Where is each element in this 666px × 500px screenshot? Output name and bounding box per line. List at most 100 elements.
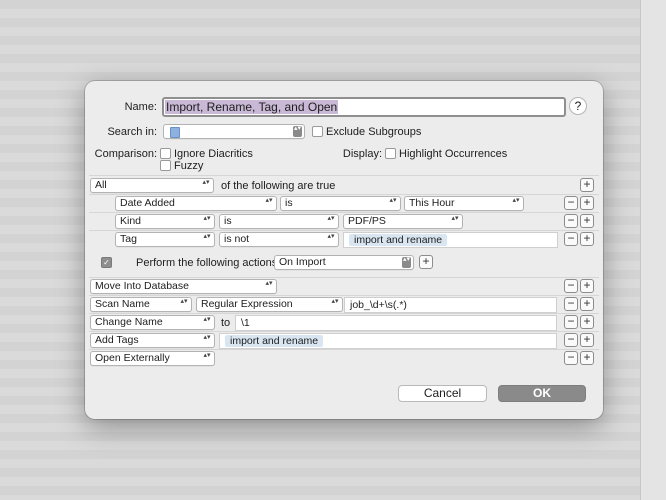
chevron-updown-icon: ▴▾ (512, 197, 520, 204)
perform-actions-checkbox[interactable]: ✓ (101, 257, 112, 268)
search-in-popup[interactable]: ▴▾ (163, 124, 305, 139)
chevron-updown-icon: ▴▾ (203, 334, 211, 341)
divider (89, 212, 599, 213)
divider (89, 230, 599, 231)
to-label: to (221, 317, 231, 329)
divider (89, 349, 599, 350)
fuzzy-checkbox[interactable] (160, 160, 171, 171)
criterion-tag-field[interactable]: import and rename (343, 232, 558, 248)
criterion-operator-popup[interactable]: is ▴▾ (219, 214, 339, 229)
action-popup[interactable]: Add Tags ▴▾ (90, 333, 215, 348)
chevron-updown-icon: ▴▾ (203, 352, 211, 359)
exclude-subgroups-checkbox[interactable] (312, 126, 323, 137)
add-action-button[interactable]: + (580, 297, 594, 311)
criterion-value-value: This Hour (409, 197, 455, 209)
chevron-updown-icon: ▴▾ (451, 215, 459, 222)
divider (89, 295, 599, 296)
criterion-value-popup[interactable]: PDF/PS ▴▾ (343, 214, 463, 229)
criterion-field-value: Tag (120, 233, 137, 245)
new-name-field[interactable]: \1 (235, 315, 557, 331)
display-label: Display: (342, 148, 382, 160)
action-popup[interactable]: Open Externally ▴▾ (90, 351, 215, 366)
cancel-button[interactable]: Cancel (398, 385, 487, 402)
ok-button-label: OK (533, 386, 551, 400)
criterion-operator-value: is not (224, 233, 250, 245)
divider (89, 277, 599, 278)
criterion-operator-popup[interactable]: is ▴▾ (280, 196, 401, 211)
criterion-value-popup[interactable]: This Hour ▴▾ (404, 196, 524, 211)
add-action-button[interactable]: + (580, 333, 594, 347)
add-trigger-button[interactable]: + (419, 255, 433, 269)
add-criterion-button[interactable]: + (580, 196, 594, 210)
chevron-updown-icon: ▴▾ (331, 298, 339, 305)
chevron-updown-icon: ▴▾ (265, 280, 273, 287)
help-icon: ? (574, 99, 582, 113)
divider (89, 194, 599, 195)
chevron-updown-icon: ▴▾ (293, 125, 302, 137)
remove-action-button[interactable]: − (564, 279, 578, 293)
chevron-updown-icon: ▴▾ (265, 197, 273, 204)
add-criterion-button[interactable]: + (580, 232, 594, 246)
trigger-value: On Import (279, 256, 326, 268)
exclude-subgroups-label: Exclude Subgroups (326, 126, 422, 138)
name-field-value: Import, Rename, Tag, and Open (165, 100, 339, 114)
remove-criterion-button[interactable]: − (564, 232, 578, 246)
scan-pattern-field[interactable]: job_\d+\s(.*) (344, 297, 557, 313)
action-value: Add Tags (95, 334, 139, 346)
criterion-operator-popup[interactable]: is not ▴▾ (219, 232, 339, 247)
chevron-updown-icon: ▴▾ (202, 179, 210, 186)
criterion-field-value: Date Added (120, 197, 175, 209)
action-popup[interactable]: Change Name ▴▾ (90, 315, 215, 330)
remove-action-button[interactable]: − (564, 297, 578, 311)
folder-icon (170, 127, 180, 138)
action-popup[interactable]: Scan Name ▴▾ (90, 297, 192, 312)
action-popup[interactable]: Move Into Database ▴▾ (90, 279, 277, 294)
scan-pattern-value: job_\d+\s(.*) (350, 299, 407, 311)
tags-field[interactable]: import and rename (219, 333, 557, 349)
action-value: Move Into Database (95, 280, 189, 292)
background-scrollbar (640, 0, 666, 500)
new-name-value: \1 (241, 317, 250, 329)
remove-criterion-button[interactable]: − (564, 196, 578, 210)
match-mode-popup[interactable]: All ▴▾ (90, 178, 214, 193)
trigger-popup[interactable]: On Import ▴▾ (274, 255, 414, 270)
fuzzy-label: Fuzzy (174, 160, 204, 172)
ignore-diacritics-checkbox[interactable] (160, 148, 171, 159)
add-action-button[interactable]: + (580, 279, 594, 293)
chevron-updown-icon: ▴▾ (402, 256, 411, 268)
criterion-field-popup[interactable]: Tag ▴▾ (115, 232, 215, 247)
add-criterion-button[interactable]: + (580, 178, 594, 192)
chevron-updown-icon: ▴▾ (203, 233, 211, 240)
scan-mode-popup[interactable]: Regular Expression ▴▾ (196, 297, 343, 312)
add-criterion-button[interactable]: + (580, 214, 594, 228)
action-value: Change Name (95, 316, 163, 328)
chevron-updown-icon: ▴▾ (203, 215, 211, 222)
criterion-field-popup[interactable]: Date Added ▴▾ (115, 196, 277, 211)
criterion-operator-value: is (285, 197, 293, 209)
comparison-label: Comparison: (94, 148, 157, 160)
remove-action-button[interactable]: − (564, 333, 578, 347)
remove-action-button[interactable]: − (564, 351, 578, 365)
criterion-field-popup[interactable]: Kind ▴▾ (115, 214, 215, 229)
checkmark-icon: ✓ (103, 258, 110, 267)
chevron-updown-icon: ▴▾ (389, 197, 397, 204)
remove-criterion-button[interactable]: − (564, 214, 578, 228)
chevron-updown-icon: ▴▾ (180, 298, 188, 305)
name-field[interactable]: Import, Rename, Tag, and Open (162, 97, 566, 117)
match-mode-value: All (95, 179, 107, 191)
help-button[interactable]: ? (569, 97, 587, 115)
chevron-updown-icon: ▴▾ (203, 316, 211, 323)
action-value: Scan Name (95, 298, 150, 310)
smart-rule-dialog: Name: Import, Rename, Tag, and Open ? Se… (85, 81, 603, 419)
criterion-value-value: PDF/PS (348, 215, 386, 227)
add-action-button[interactable]: + (580, 351, 594, 365)
scan-mode-value: Regular Expression (201, 298, 293, 310)
divider (89, 313, 599, 314)
tag-token: import and rename (225, 335, 324, 347)
remove-action-button[interactable]: − (564, 315, 578, 329)
chevron-updown-icon: ▴▾ (327, 215, 335, 222)
highlight-occurrences-checkbox[interactable] (385, 148, 396, 159)
add-action-button[interactable]: + (580, 315, 594, 329)
criterion-field-value: Kind (120, 215, 142, 227)
ok-button[interactable]: OK (498, 385, 586, 402)
